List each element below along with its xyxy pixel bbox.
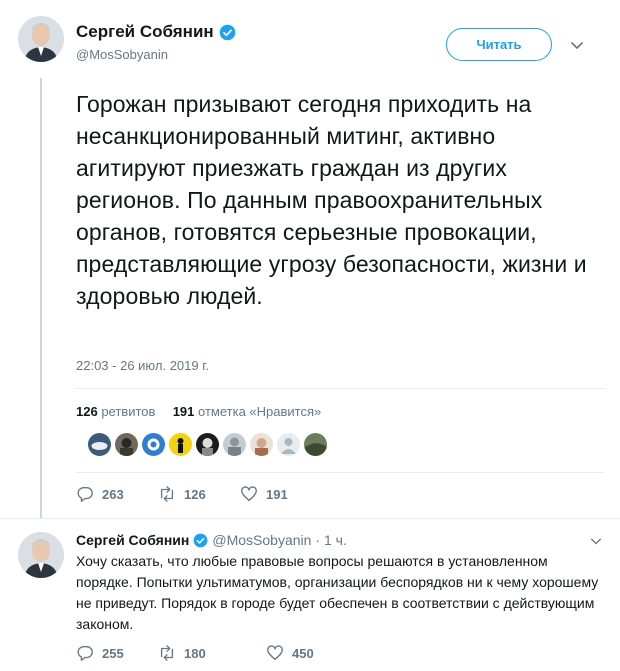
reply-icon — [77, 646, 93, 661]
reply-count: 255 — [102, 645, 124, 661]
reply-icon — [77, 487, 93, 502]
like-icon — [267, 645, 283, 660]
liker-avatar[interactable] — [277, 433, 300, 456]
reply-author-name[interactable]: Сергей Собянин — [76, 532, 189, 548]
thread-line — [40, 78, 42, 518]
liker-avatar[interactable] — [169, 433, 192, 456]
liker-avatar[interactable] — [115, 433, 138, 456]
reply-action[interactable]: 255 — [76, 644, 158, 662]
tweet-actions: 263 126 191 — [76, 485, 288, 503]
like-count: 191 — [266, 486, 288, 502]
reply-header: Сергей Собянин @MosSobyanin · 1 ч. — [76, 532, 347, 548]
likes-stat-count: 191 — [172, 404, 195, 419]
reply-actions: 255 180 450 — [76, 644, 314, 662]
tweet-stats: 126 ретвитов 191 отметка «Нравится» — [76, 404, 321, 419]
tweet-timestamp[interactable]: 22:03 - 26 июл. 2019 г. — [76, 358, 209, 373]
retweet-icon — [160, 645, 174, 661]
author-handle[interactable]: @MosSobyanin — [76, 47, 168, 62]
author-name[interactable]: Сергей Собянин — [76, 22, 236, 42]
liker-avatar[interactable] — [250, 433, 273, 456]
verified-badge-icon — [194, 533, 208, 547]
author-name-text[interactable]: Сергей Собянин — [76, 22, 214, 42]
tweet-text: Горожан призывают сегодня приходить на н… — [76, 91, 587, 309]
like-icon — [241, 486, 257, 501]
retweet-count: 126 — [184, 486, 206, 502]
reply-author-avatar[interactable] — [18, 532, 64, 578]
reply-author-handle[interactable]: @MosSobyanin — [212, 532, 311, 548]
reply-time[interactable]: · 1 ч. — [315, 532, 346, 548]
retweets-stat[interactable]: 126 ретвитов — [76, 404, 155, 419]
reply-count: 263 — [102, 486, 124, 502]
retweet-count: 180 — [184, 645, 206, 661]
liker-avatar[interactable] — [304, 433, 327, 456]
retweets-stat-label: ретвитов — [101, 404, 156, 419]
reply-action[interactable]: 263 — [76, 485, 158, 503]
liker-avatar[interactable] — [223, 433, 246, 456]
chevron-down-icon[interactable] — [590, 535, 602, 547]
retweet-action[interactable]: 126 — [158, 485, 240, 503]
liker-avatar[interactable] — [88, 433, 111, 456]
retweet-action[interactable]: 180 — [158, 644, 266, 662]
liker-avatar[interactable] — [196, 433, 219, 456]
liker-avatars — [88, 433, 327, 456]
divider — [76, 472, 604, 473]
like-action[interactable]: 191 — [240, 485, 288, 503]
chevron-down-icon[interactable] — [570, 38, 584, 52]
author-avatar[interactable] — [18, 16, 64, 62]
like-action[interactable]: 450 — [266, 644, 314, 662]
likes-stat-label: отметка «Нравится» — [198, 404, 322, 419]
tweet-separator — [0, 518, 620, 519]
verified-badge-icon — [219, 24, 235, 40]
liker-avatar[interactable] — [142, 433, 165, 456]
like-count: 450 — [292, 645, 314, 661]
retweet-icon — [160, 486, 174, 502]
follow-button[interactable]: Читать — [446, 28, 552, 61]
retweets-stat-count: 126 — [76, 404, 98, 419]
divider — [76, 388, 604, 389]
reply-text: Хочу сказать, что любые правовые вопросы… — [76, 553, 599, 632]
likes-stat[interactable]: 191 отметка «Нравится» — [173, 404, 322, 419]
